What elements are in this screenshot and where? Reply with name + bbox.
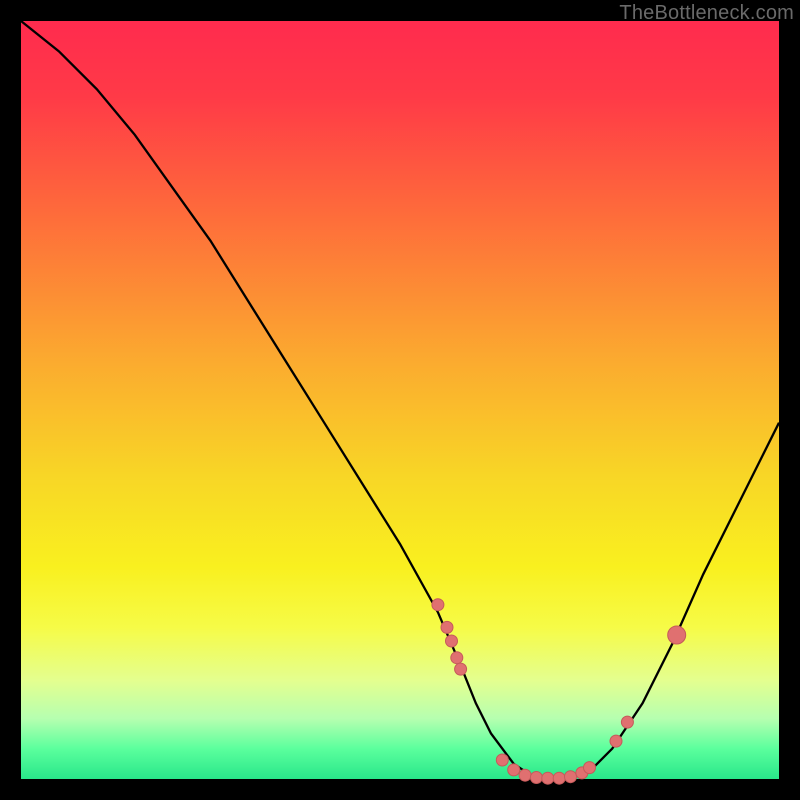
data-point xyxy=(621,716,633,728)
data-point xyxy=(530,772,542,784)
data-point xyxy=(496,754,508,766)
data-point xyxy=(610,735,622,747)
data-point xyxy=(446,635,458,647)
bottleneck-curve xyxy=(21,21,779,779)
data-point xyxy=(584,762,596,774)
curve-layer xyxy=(21,21,779,779)
data-point xyxy=(565,771,577,783)
data-point xyxy=(451,652,463,664)
data-point xyxy=(519,769,531,781)
data-point xyxy=(542,772,554,784)
chart-frame: TheBottleneck.com xyxy=(0,0,800,800)
data-point xyxy=(553,772,565,784)
data-point xyxy=(508,764,520,776)
plot-area xyxy=(21,21,779,779)
data-point xyxy=(455,663,467,675)
data-point xyxy=(668,626,686,644)
data-point xyxy=(432,599,444,611)
data-point xyxy=(441,621,453,633)
watermark-text: TheBottleneck.com xyxy=(619,2,794,25)
